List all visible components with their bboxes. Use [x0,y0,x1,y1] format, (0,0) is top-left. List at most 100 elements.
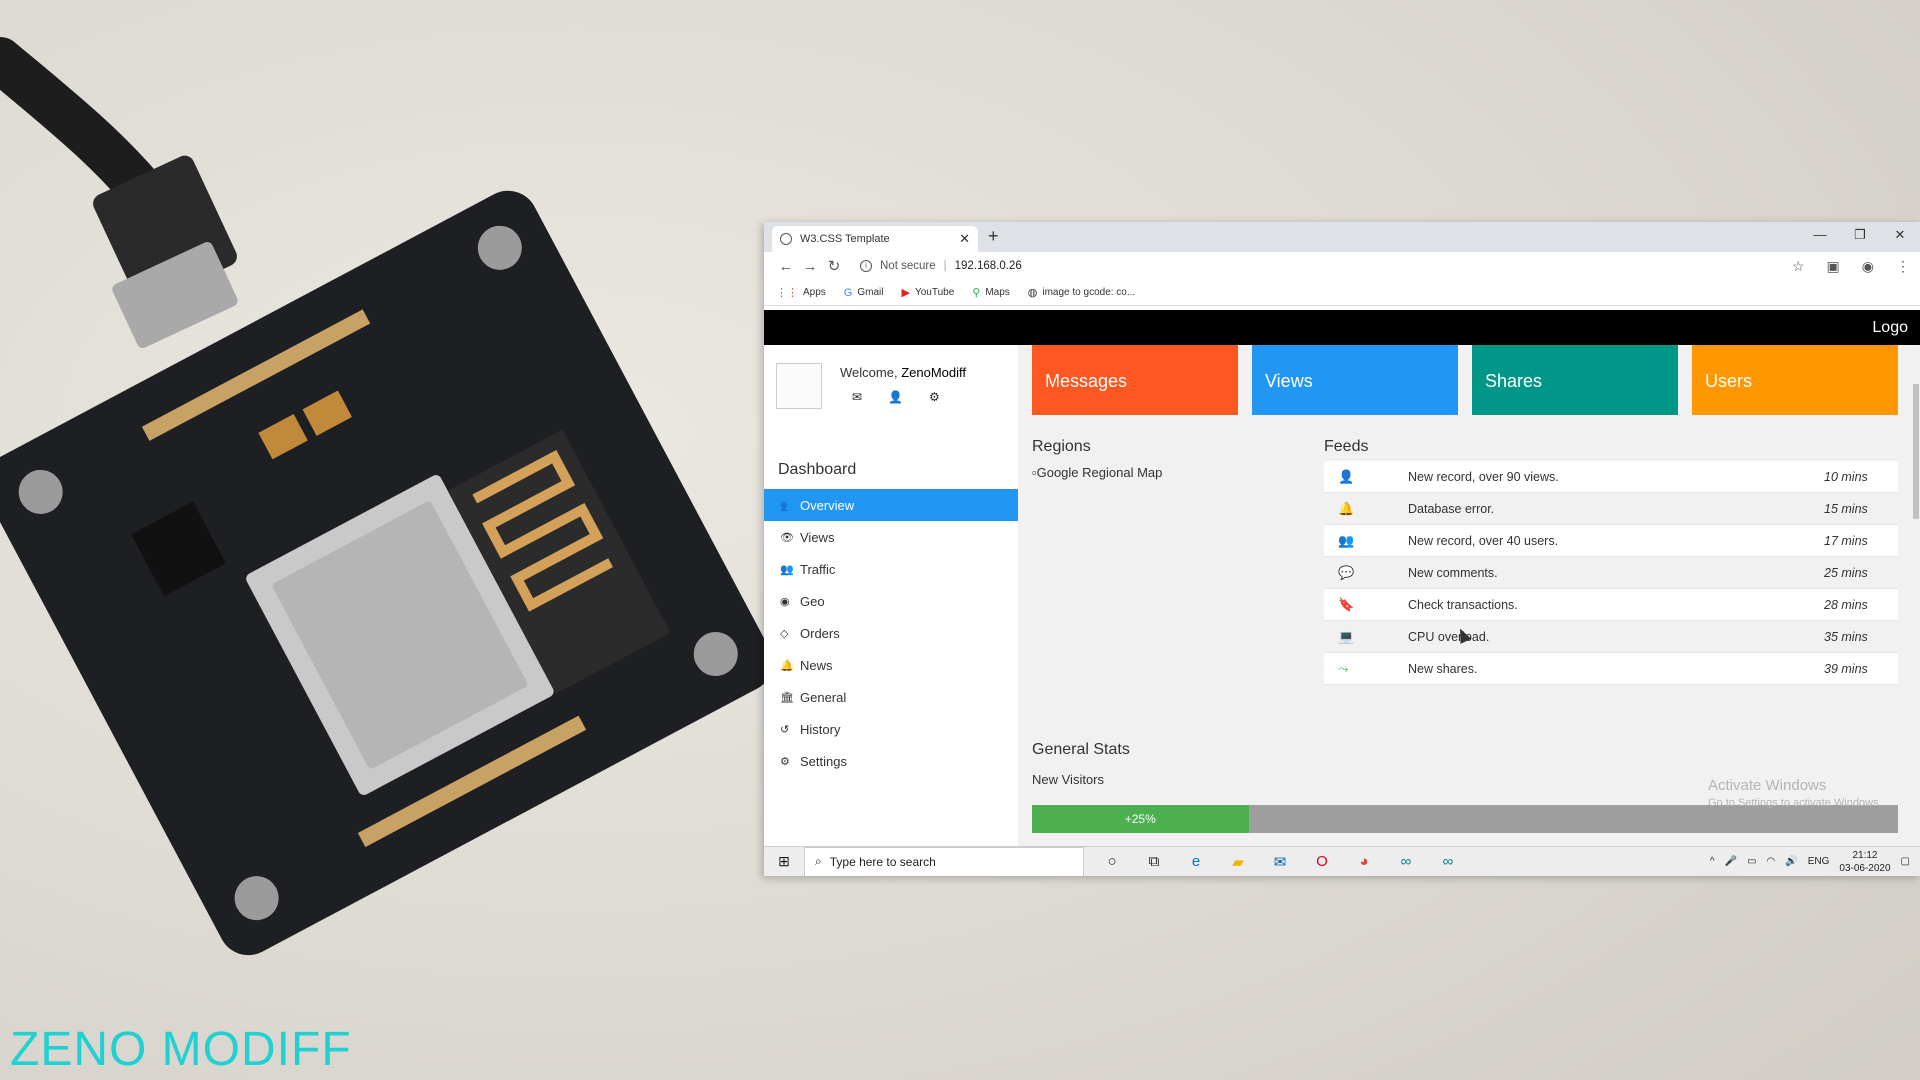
address-separator: | [943,260,947,272]
browser-tab[interactable]: W3.CSS Template ✕ [772,226,978,252]
window-controls: — ❐ ✕ [1800,222,1920,252]
web-page: Logo Welcome, ZenoModiff ✉ 👤 ⚙ Dashboard… [764,310,1920,846]
sidebar-item-label: Overview [800,497,855,513]
profile-icon[interactable]: ◉ [1862,258,1874,275]
info-icon[interactable]: i [860,260,872,272]
mail-icon[interactable]: ✉ [1266,853,1294,871]
security-label: Not secure [880,260,936,272]
sidebar-item-settings[interactable]: ⚙ Settings [764,745,1018,777]
table-row: 🔖 Check transactions. 28 mins [1324,589,1898,621]
general-stats-heading: General Stats [1032,741,1130,758]
address-bar[interactable]: i Not secure | 192.168.0.26 [860,260,1792,272]
volume-icon[interactable]: 🔊 [1785,856,1797,867]
edge-icon[interactable]: e [1182,853,1210,871]
reload-icon[interactable]: ↻ [822,257,846,275]
bank-icon: 🏛 [780,691,794,704]
sidebar-item-news[interactable]: 🔔 News [764,649,1018,681]
table-row: ⤳ New shares. 39 mins [1324,653,1898,685]
battery-icon[interactable]: ▭ [1747,856,1756,867]
bookmark-youtube[interactable]: ▶ YouTube [901,286,954,299]
back-icon[interactable]: ← [774,258,798,275]
chevron-up-icon[interactable]: ^ [1710,856,1715,867]
card-shares[interactable]: Shares [1472,345,1678,415]
task-view-icon[interactable]: ⧉ [1140,853,1168,871]
youtube-icon: ▶ [901,287,910,299]
bookmark-gmail[interactable]: G Gmail [844,287,884,299]
sidebar-menu: 👥 Overview 👁 Views 👥 Traffic ◉ Geo ◇ Orders 🔔… [764,489,1018,777]
arduino-icon[interactable]: ∞ [1434,853,1462,871]
card-users[interactable]: Users [1692,345,1898,415]
bullseye-icon: ◉ [780,595,790,608]
sidebar-item-overview[interactable]: 👥 Overview [764,489,1018,521]
arduino-icon[interactable]: ∞ [1392,853,1420,871]
top-bar: Logo [764,310,1920,345]
sidebar-item-general[interactable]: 🏛 General [764,681,1018,713]
globe-icon [780,233,792,245]
watermark-text: ZENO MODIFF [10,1023,352,1076]
page-scrollbar[interactable] [1912,380,1920,846]
bookmark-icon: 🔖 [1338,596,1355,612]
activate-windows-subtitle: Go to Settings to activate Windows. [1708,797,1882,809]
clock[interactable]: 21:12 03-06-2020 [1839,849,1890,875]
chrome-icon[interactable]: ◕ [1350,853,1378,871]
sidebar-item-traffic[interactable]: 👥 Traffic [764,553,1018,585]
feed-text: New record, over 40 users. [1408,533,1559,548]
user-icon[interactable]: 👤 [888,390,903,404]
sidebar-item-label: Orders [800,625,840,641]
feed-time: 25 mins [1824,565,1868,580]
microphone-icon[interactable]: 🎤 [1725,856,1737,867]
sidebar-item-history[interactable]: ↺ History [764,713,1018,745]
close-window-icon[interactable]: ✕ [1880,222,1920,252]
avatar [776,363,822,409]
forward-icon[interactable]: → [798,258,822,275]
extension-icon[interactable]: ▣ [1827,258,1840,275]
search-icon: ⌕ [815,854,822,868]
sidebar-item-orders[interactable]: ◇ Orders [764,617,1018,649]
more-menu-icon[interactable]: ⋮ [1896,258,1910,275]
envelope-icon[interactable]: ✉ [852,390,862,404]
new-tab-button[interactable]: + [988,226,999,247]
users-icon: 👥 [1338,532,1355,548]
user-icon: 👤 [1338,468,1355,484]
feed-time: 17 mins [1824,533,1868,548]
apps-grid-icon: ⋮⋮ [776,287,798,299]
toolbar-actions: ☆ ▣ ◉ ⋮ [1792,258,1910,275]
taskbar-search[interactable]: ⌕ Type here to search [804,846,1084,876]
feed-time: 35 mins [1824,629,1868,644]
windows-start-icon[interactable]: ⊞ [764,853,804,870]
file-explorer-icon[interactable]: ▰ [1224,853,1252,871]
feed-text: New comments. [1408,565,1498,580]
close-tab-icon[interactable]: ✕ [959,231,970,247]
language-indicator[interactable]: ENG [1808,856,1830,867]
sidebar-item-views[interactable]: 👁 Views [764,521,1018,553]
card-views[interactable]: Views [1252,345,1458,415]
feed-time: 10 mins [1824,469,1868,484]
table-row: 🔔 Database error. 15 mins [1324,493,1898,525]
minimize-icon[interactable]: — [1800,222,1840,252]
comment-icon: 💬 [1338,564,1355,580]
google-icon: G [843,286,853,299]
table-row: 💬 New comments. 25 mins [1324,557,1898,589]
bookmark-maps[interactable]: ⚲ Maps [972,286,1010,299]
notifications-icon[interactable]: ▢ [1901,856,1910,867]
bell-icon: 🔔 [1338,500,1355,516]
restore-icon[interactable]: ❐ [1840,222,1880,252]
welcome-block: Welcome, ZenoModiff ✉ 👤 ⚙ [764,345,1018,409]
star-icon[interactable]: ☆ [1792,258,1805,275]
bookmark-gcode[interactable]: ◍ image to gcode: co... [1028,286,1135,299]
scrollbar-thumb[interactable] [1913,384,1919,519]
bookmark-apps[interactable]: ⋮⋮ Apps [776,286,826,299]
taskbar-apps: ○ ⧉ e ▰ ✉ O ◕ ∞ ∞ [1098,853,1462,871]
opera-icon[interactable]: O [1308,853,1336,871]
tab-strip: W3.CSS Template ✕ + — ❐ ✕ [764,222,1920,252]
cortana-icon[interactable]: ○ [1098,853,1126,871]
browser-window: W3.CSS Template ✕ + — ❐ ✕ ← → ↻ i Not se… [764,222,1920,876]
table-row: 👥 New record, over 40 users. 17 mins [1324,525,1898,557]
wifi-icon[interactable]: ◠ [1767,856,1776,867]
feed-time: 15 mins [1824,501,1868,516]
card-messages[interactable]: Messages [1032,345,1238,415]
clock-date: 03-06-2020 [1839,862,1891,874]
cog-icon[interactable]: ⚙ [929,390,940,404]
feed-text: New shares. [1408,661,1478,676]
sidebar-item-geo[interactable]: ◉ Geo [764,585,1018,617]
